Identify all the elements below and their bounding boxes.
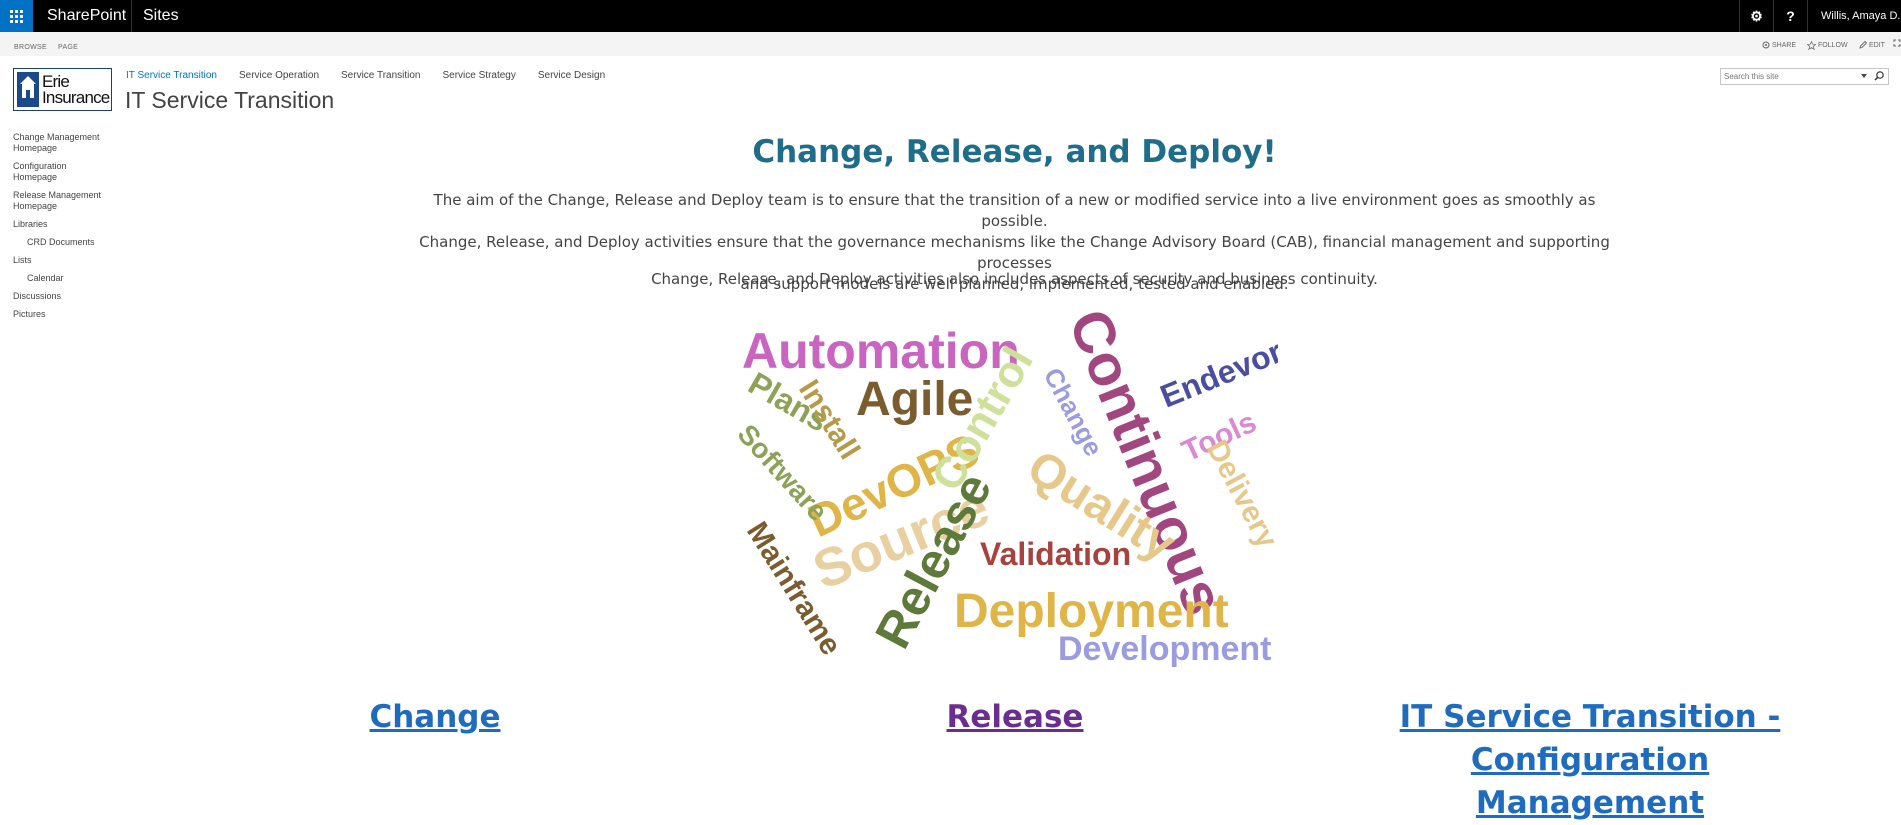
change-link[interactable]: Change [320, 696, 550, 739]
help-icon: ? [1786, 8, 1795, 24]
suite-bar: SharePoint Sites ⚙ ? Willis, Amaya D. [0, 0, 1901, 32]
tab-browse[interactable]: BROWSE [14, 44, 47, 51]
word-endevor: Endevor [1155, 333, 1278, 414]
site-title[interactable]: IT Service Transition [125, 87, 334, 114]
topnav-service-strategy[interactable]: Service Strategy [443, 70, 516, 81]
edit-label: EDIT [1869, 41, 1885, 49]
ql-pictures[interactable]: Pictures [13, 309, 113, 320]
share-icon [1762, 41, 1770, 49]
erie-insurance-logo[interactable]: Erie Insurance [13, 68, 112, 111]
share-label: SHARE [1772, 41, 1797, 49]
ql-change-management-homepage[interactable]: Change Management Homepage [13, 132, 113, 154]
gear-icon: ⚙ [1750, 7, 1763, 24]
logo-text-line2: Insurance [42, 88, 110, 107]
ql-discussions[interactable]: Discussions [13, 291, 113, 302]
follow-button[interactable]: FOLLOW [1807, 41, 1848, 50]
topnav-service-operation[interactable]: Service Operation [239, 70, 319, 81]
word-automation: Automation [742, 323, 1020, 379]
word-validation: Validation [980, 536, 1131, 572]
logo-text: Erie Insurance [42, 73, 110, 107]
search-icon[interactable] [1872, 70, 1886, 83]
ql-libraries[interactable]: Libraries [13, 219, 113, 230]
help-button[interactable]: ? [1773, 0, 1807, 32]
configuration-link-line1: IT Service Transition - Configuration [1399, 699, 1781, 778]
intro-paragraph-2: Change, Release, and Deploy activities a… [651, 270, 1378, 288]
follow-label: FOLLOW [1818, 42, 1848, 49]
intro-line: Change, Release, and Deploy activities e… [419, 233, 1610, 272]
intro-line: The aim of the Change, Release and Deplo… [433, 191, 1596, 230]
brand-label[interactable]: SharePoint [47, 7, 126, 25]
ql-release-management-homepage[interactable]: Release Management Homepage [13, 190, 113, 212]
topnav-service-transition[interactable]: Service Transition [341, 70, 420, 81]
suite-divider [131, 0, 132, 32]
tab-page[interactable]: PAGE [58, 44, 78, 51]
ql-lists[interactable]: Lists [13, 255, 113, 266]
search-box [1720, 68, 1889, 85]
topnav-service-design[interactable]: Service Design [538, 70, 605, 81]
waffle-icon [10, 9, 23, 23]
sites-link[interactable]: Sites [143, 7, 179, 25]
release-link[interactable]: Release [900, 696, 1130, 739]
settings-button[interactable]: ⚙ [1739, 0, 1773, 32]
topnav-it-service-transition[interactable]: IT Service Transition [126, 70, 217, 81]
configuration-management-link[interactable]: IT Service Transition - Configuration Ma… [1290, 696, 1890, 825]
focus-icon [1893, 39, 1901, 47]
ribbon-bar: BROWSE PAGE SHARE FOLLOW EDIT [0, 32, 1901, 56]
search-scope-dropdown-icon[interactable] [1861, 74, 1867, 78]
user-menu[interactable]: Willis, Amaya D. [1807, 0, 1901, 32]
configuration-link-line2: Management [1475, 785, 1705, 821]
pencil-icon [1859, 41, 1867, 49]
edit-button[interactable]: EDIT [1859, 41, 1885, 49]
star-icon [1807, 41, 1816, 50]
app-launcher-button[interactable] [0, 0, 33, 32]
search-input[interactable] [1724, 70, 1854, 83]
word-cloud-image: Automation Agile Continuous Endevor Chan… [732, 312, 1278, 668]
ql-configuration-homepage[interactable]: Configuration Homepage [13, 161, 113, 183]
ql-calendar[interactable]: Calendar [13, 273, 113, 284]
focus-on-content-button[interactable] [1893, 39, 1901, 47]
quick-launch: Change Management Homepage Configuration… [13, 132, 113, 327]
share-button[interactable]: SHARE [1762, 41, 1796, 49]
word-development: Development [1058, 630, 1272, 668]
page-heading: Change, Release, and Deploy! [752, 134, 1277, 170]
top-navigation: IT Service Transition Service Operation … [126, 70, 605, 81]
ql-crd-documents[interactable]: CRD Documents [13, 237, 113, 248]
building-emblem-icon [17, 72, 39, 107]
